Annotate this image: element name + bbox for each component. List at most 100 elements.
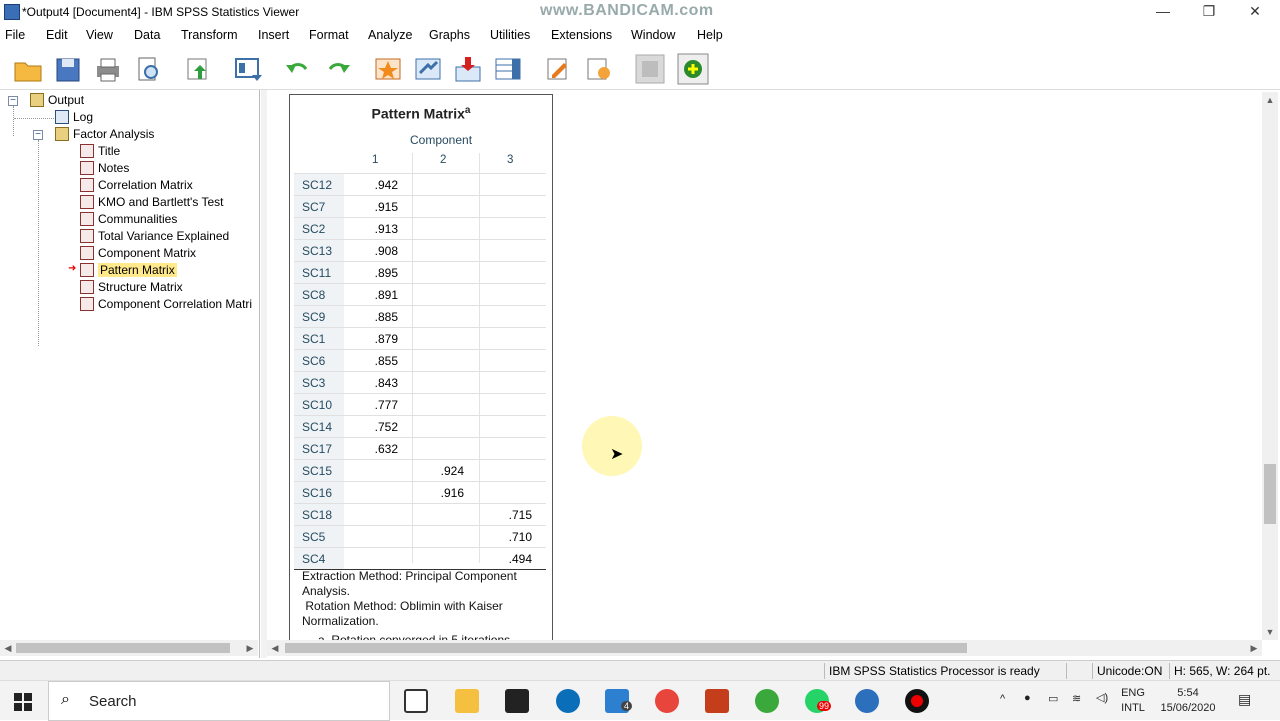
row-label: SC8 [302, 288, 326, 302]
whatsapp-icon[interactable]: 99 [805, 689, 832, 713]
tree-item-notes[interactable]: Notes [80, 161, 129, 178]
spss-taskbar-icon[interactable] [855, 689, 879, 713]
bandicam-record-icon[interactable] [905, 689, 929, 713]
notifications-icon[interactable]: ▤ [1238, 691, 1251, 708]
task-view-icon[interactable] [404, 689, 428, 713]
recall-dialog-icon[interactable] [232, 53, 264, 85]
pattern-matrix-table[interactable]: Pattern Matrixa Component 1 2 3 SC12 .942… [289, 94, 553, 644]
row-label: SC17 [302, 442, 333, 456]
scroll-down-icon[interactable]: ▼ [1262, 624, 1278, 640]
scroll-left-icon[interactable]: ◀ [0, 640, 16, 656]
wifi-icon[interactable]: ≋ [1072, 692, 1081, 705]
insert-output-icon[interactable] [677, 53, 709, 85]
outline-hscrollbar[interactable]: ◀ ▶ [0, 640, 258, 656]
goto-data-icon[interactable] [372, 53, 404, 85]
taskbar-search-box[interactable]: ⌕ Search [48, 681, 390, 721]
collapse-factor-toggle[interactable]: − [33, 130, 43, 140]
column-group-header: Component [410, 133, 473, 147]
title-icon [80, 144, 94, 158]
minimize-button[interactable]: — [1140, 0, 1186, 24]
tree-factor-analysis[interactable]: Factor Analysis [55, 127, 154, 144]
tree-output[interactable]: Output [30, 93, 84, 110]
cell-component-1: .885 [374, 310, 398, 324]
menu-edit[interactable]: Edit [46, 28, 68, 42]
store-icon[interactable] [505, 689, 529, 713]
scroll-left-icon[interactable]: ◀ [267, 640, 283, 656]
language-indicator[interactable]: ENG INTL [1118, 687, 1148, 714]
log-icon [55, 110, 69, 124]
tree-item-structure-matrix[interactable]: Structure Matrix [80, 280, 183, 297]
scroll-up-icon[interactable]: ▲ [1262, 92, 1278, 108]
tree-log[interactable]: Log [55, 110, 93, 127]
tree-item-component-matrix[interactable]: Component Matrix [80, 246, 196, 263]
menu-transform[interactable]: Transform [181, 28, 238, 42]
content-hscrollbar[interactable]: ◀ ▶ [267, 640, 1262, 656]
search-icon: ⌕ [61, 691, 70, 708]
menu-analyze[interactable]: Analyze [368, 28, 412, 42]
powerpoint-icon[interactable] [705, 689, 729, 713]
selected-arrow-icon: ➜ [68, 263, 77, 274]
table-icon [80, 297, 94, 311]
menu-help[interactable]: Help [697, 28, 723, 42]
table-row: SC15 .924 [294, 459, 546, 481]
row-label: SC1 [302, 332, 326, 346]
status-bar: IBM SPSS Statistics Processor is ready U… [0, 660, 1280, 680]
clock[interactable]: 5:54 15/06/2020 [1155, 687, 1221, 714]
tree-item-total-variance[interactable]: Total Variance Explained [80, 229, 229, 246]
unicode-status: Unicode:ON [1097, 664, 1163, 678]
app-icon[interactable] [755, 689, 779, 713]
col-header-3: 3 [507, 154, 514, 166]
menu-insert[interactable]: Insert [258, 28, 289, 42]
export-icon[interactable] [182, 53, 214, 85]
variables-icon[interactable] [492, 53, 524, 85]
col-header-1: 1 [372, 154, 379, 166]
goto-case-icon[interactable] [412, 53, 444, 85]
tree-item-component-correlation[interactable]: Component Correlation Matri [80, 297, 252, 314]
menu-graphs[interactable]: Graphs [429, 28, 470, 42]
menu-extensions[interactable]: Extensions [551, 28, 612, 42]
print-icon[interactable] [92, 53, 124, 85]
tree-item-correlation-matrix[interactable]: Correlation Matrix [80, 178, 193, 195]
content-vscrollbar[interactable]: ▲ ▼ [1262, 92, 1278, 640]
menu-format[interactable]: Format [309, 28, 349, 42]
save-icon[interactable] [52, 53, 84, 85]
open-icon[interactable] [12, 53, 44, 85]
microphone-icon[interactable]: ● [1024, 692, 1031, 704]
script-icon[interactable] [582, 53, 614, 85]
menu-utilities[interactable]: Utilities [490, 28, 530, 42]
tree-item-kmo[interactable]: KMO and Bartlett's Test [80, 195, 223, 212]
close-button[interactable]: ✕ [1232, 0, 1278, 24]
tree-item-pattern-matrix[interactable]: Pattern Matrix [80, 263, 177, 280]
redo-icon[interactable] [322, 53, 354, 85]
cell-component-1: .855 [374, 354, 398, 368]
dell-icon[interactable] [556, 689, 580, 713]
restore-button[interactable]: ❐ [1186, 0, 1232, 24]
undo-icon[interactable] [282, 53, 314, 85]
show-all-icon[interactable] [634, 53, 666, 85]
scroll-right-icon[interactable]: ▶ [242, 640, 258, 656]
cell-component-2: .916 [440, 486, 464, 500]
tree-item-communalities[interactable]: Communalities [80, 212, 177, 229]
tree-item-title[interactable]: Title [80, 144, 120, 161]
menu-data[interactable]: Data [134, 28, 160, 42]
row-label: SC16 [302, 486, 333, 500]
goto-variable-icon[interactable] [452, 53, 484, 85]
print-preview-icon[interactable] [132, 53, 164, 85]
collapse-output-toggle[interactable]: − [8, 96, 18, 106]
scroll-right-icon[interactable]: ▶ [1246, 640, 1262, 656]
row-label: SC11 [302, 266, 332, 280]
menu-view[interactable]: View [86, 28, 113, 42]
mouse-cursor-icon: ➤ [610, 446, 624, 463]
volume-icon[interactable]: ◁) [1096, 691, 1108, 704]
menu-file[interactable]: File [5, 28, 25, 42]
row-label: SC9 [302, 310, 326, 324]
battery-icon[interactable]: ▭ [1048, 692, 1058, 705]
chrome-icon[interactable] [655, 689, 679, 713]
designate-window-icon[interactable] [542, 53, 574, 85]
menu-window[interactable]: Window [631, 28, 675, 42]
table-row: SC10 .777 [294, 393, 546, 415]
file-explorer-icon[interactable] [455, 689, 479, 713]
mail-icon[interactable]: 4 [605, 689, 633, 713]
show-hidden-icons[interactable]: ^ [1000, 693, 1005, 705]
windows-start-icon[interactable] [14, 693, 32, 711]
